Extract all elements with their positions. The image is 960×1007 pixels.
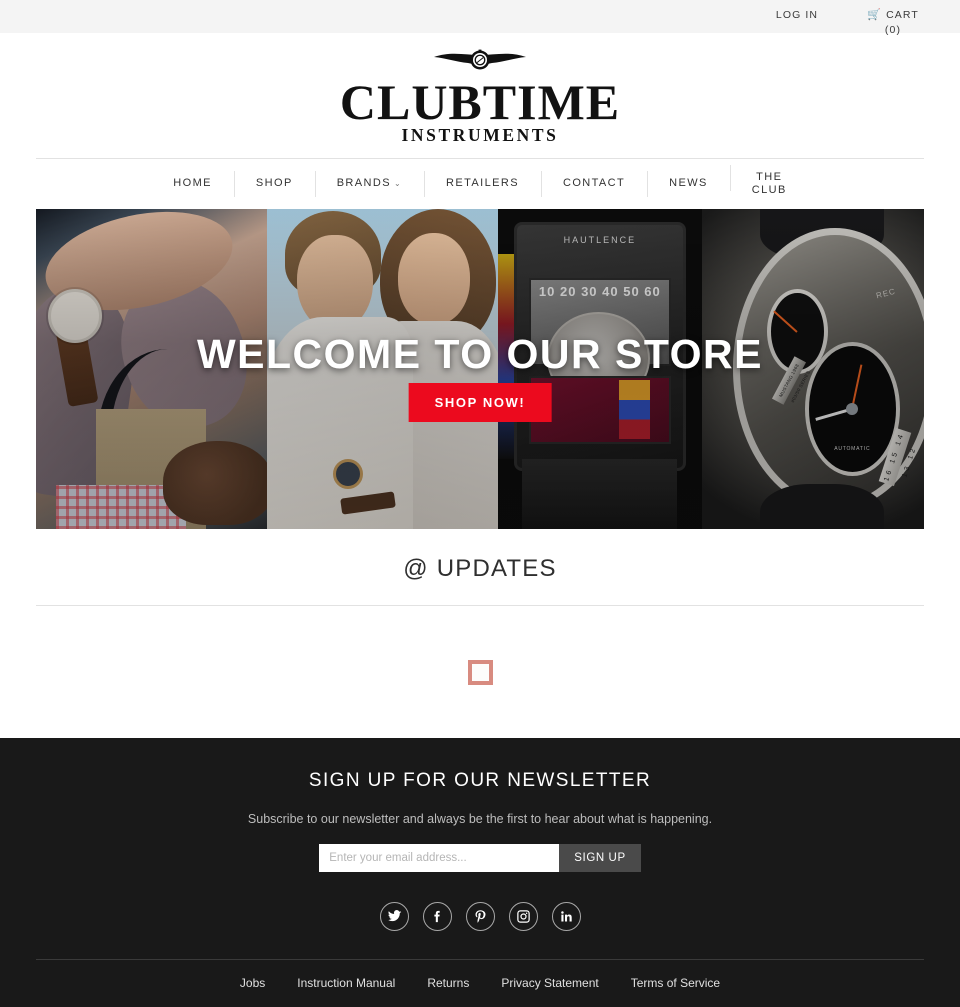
nav-item-retailers[interactable]: RETAILERS (424, 171, 541, 197)
main-navigation: HOME SHOP BRANDS ⌄ RETAILERS CONTACT NEWS… (36, 159, 924, 209)
nav-item-home[interactable]: HOME (151, 177, 234, 191)
hero-banner: HAUTLENCE 10 20 30 40 50 60 REC MUSTANG … (36, 209, 924, 529)
footer-link-jobs[interactable]: Jobs (240, 976, 265, 990)
updates-section-title: @ UPDATES (36, 529, 924, 606)
cart-label: CART (886, 9, 919, 21)
shop-now-button[interactable]: SHOP NOW! (408, 383, 552, 422)
chevron-down-icon: ⌄ (393, 179, 403, 189)
nav-label: BRANDS (336, 177, 391, 190)
newsletter-signup-button[interactable]: SIGN UP (559, 844, 641, 872)
nav-label: RETAILERS (446, 177, 519, 190)
logo-wordmark: CLUBTIME (339, 74, 621, 130)
cart-link[interactable]: 🛒 CART (0) (862, 8, 924, 38)
footer-link-returns[interactable]: Returns (427, 976, 469, 990)
nav-item-news[interactable]: NEWS (647, 171, 730, 197)
copyright-text: © 2017 ClubTime-Instruments. (0, 990, 960, 1007)
top-utility-bar: LOG IN 🛒 CART (0) (0, 0, 960, 36)
logo-tagline: INSTRUMENTS (401, 125, 559, 145)
footer-link-privacy-statement[interactable]: Privacy Statement (501, 976, 598, 990)
winged-watch-emblem-icon (434, 49, 526, 70)
nav-label: NEWS (669, 177, 708, 190)
hero-title: WELCOME TO OUR STORE (196, 331, 764, 377)
nav-item-brands[interactable]: BRANDS ⌄ (314, 171, 424, 197)
nav-item-shop[interactable]: SHOP (233, 171, 315, 197)
nav-label: CONTACT (562, 177, 626, 190)
linkedin-icon[interactable] (551, 902, 581, 931)
login-link[interactable]: LOG IN (766, 8, 828, 38)
footer-link-instruction-manual[interactable]: Instruction Manual (297, 976, 395, 990)
social-links (0, 872, 960, 931)
pinterest-icon[interactable] (465, 902, 495, 931)
site-logo[interactable]: CLUBTIME INSTRUMENTS (0, 33, 960, 158)
newsletter-description: Subscribe to our newsletter and always b… (247, 812, 713, 826)
login-label: LOG IN (775, 9, 819, 21)
site-footer: SIGN UP FOR OUR NEWSLETTER Subscribe to … (0, 738, 960, 1007)
loading-spinner-icon (467, 659, 493, 685)
cart-icon: 🛒 (867, 9, 883, 21)
newsletter-title: SIGN UP FOR OUR NEWSLETTER (308, 770, 652, 791)
nav-label: THE CLUB (751, 170, 787, 197)
nav-label: SHOP (255, 177, 293, 190)
newsletter-form: SIGN UP (0, 826, 960, 872)
footer-links: Jobs Instruction Manual Returns Privacy … (0, 960, 960, 990)
nav-label: HOME (173, 177, 212, 190)
footer-link-terms-of-service[interactable]: Terms of Service (631, 976, 720, 990)
cart-count: (0) (884, 24, 902, 36)
facebook-icon[interactable] (422, 902, 452, 931)
nav-item-contact[interactable]: CONTACT (540, 171, 647, 197)
nav-item-the-club[interactable]: THE CLUB (729, 164, 809, 198)
twitter-icon[interactable] (379, 902, 409, 931)
newsletter-email-input[interactable] (319, 844, 560, 872)
updates-section-body (0, 606, 960, 738)
instagram-icon[interactable] (508, 902, 538, 931)
